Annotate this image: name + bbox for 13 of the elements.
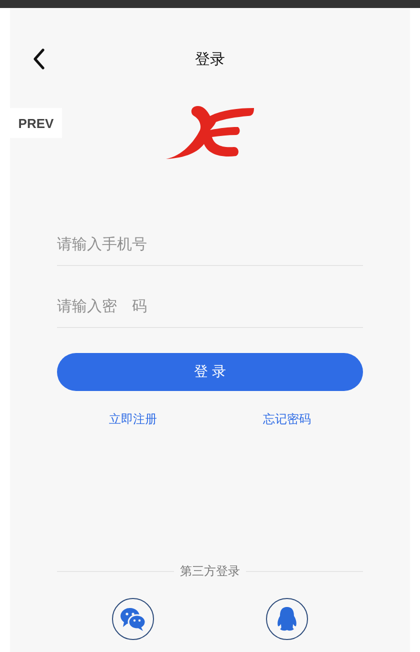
third-party-label: 第三方登录: [180, 563, 240, 580]
chat-bubbles-button[interactable]: [112, 598, 154, 640]
login-button[interactable]: 登 录: [57, 353, 363, 391]
text-link[interactable]: 立即注册: [109, 411, 157, 428]
chat-bubbles-icon: [120, 607, 146, 631]
back-icon[interactable]: [32, 48, 46, 70]
prev-button[interactable]: PREV: [10, 108, 62, 138]
input-field[interactable]: 请输入密 码: [57, 266, 363, 328]
penguin-button[interactable]: [266, 598, 308, 640]
penguin-icon: [276, 606, 298, 632]
page-title: 登录: [195, 50, 225, 68]
input-field[interactable]: 请输入手机号: [57, 204, 363, 266]
text-link[interactable]: 忘记密码: [263, 411, 311, 428]
